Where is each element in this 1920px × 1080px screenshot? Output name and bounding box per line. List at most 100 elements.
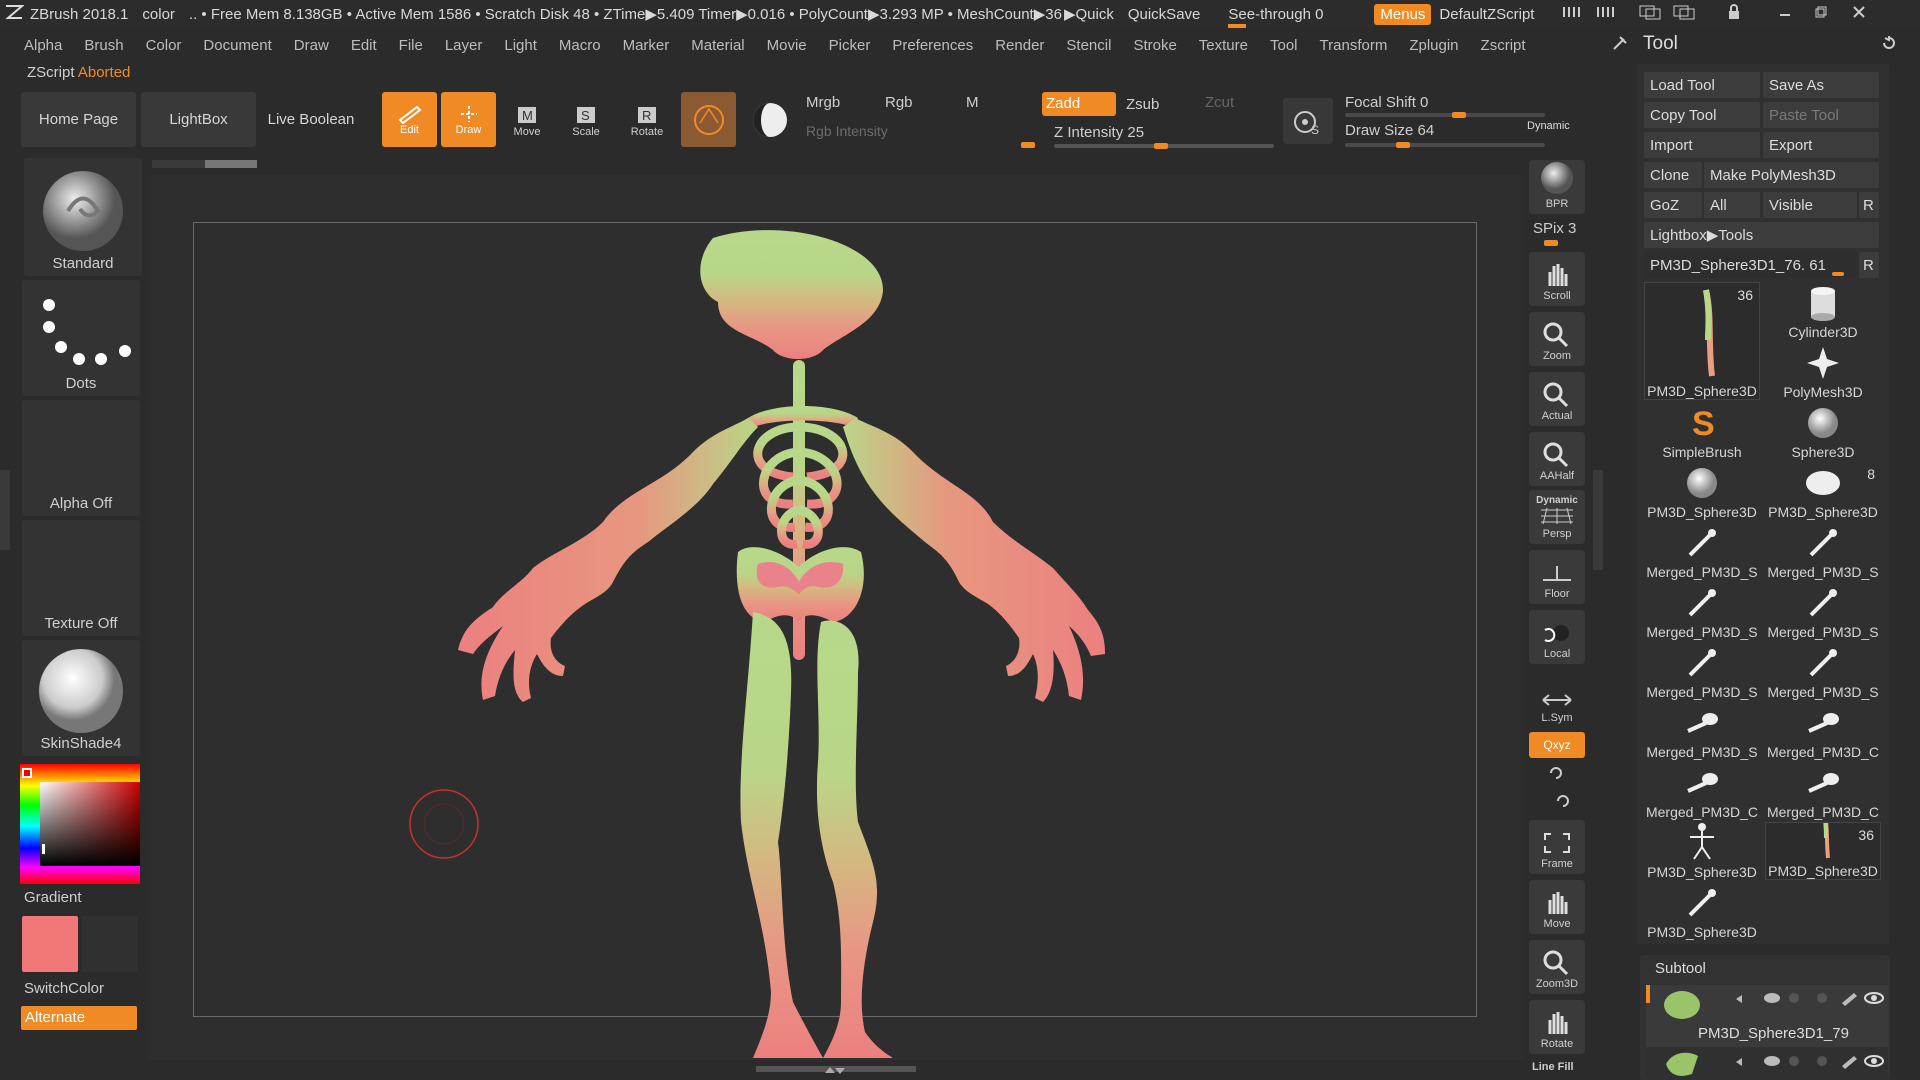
tool-tile-merged-pm3d-s[interactable]: Merged_PM3D_S — [1765, 642, 1881, 700]
move-view-button[interactable]: Move — [1529, 880, 1585, 934]
tool-tile-merged-pm3d-c[interactable]: Merged_PM3D_C — [1644, 762, 1760, 820]
lazy-mouse-button[interactable]: S — [1283, 98, 1333, 144]
goz-all-button[interactable]: All — [1704, 192, 1760, 218]
secondary-color-swatch[interactable] — [82, 916, 138, 972]
skeleton-model[interactable] — [193, 222, 1477, 1068]
goz-r-button[interactable]: R — [1859, 192, 1879, 218]
subtool-row-2-icons[interactable] — [1732, 1052, 1884, 1070]
local-button[interactable]: Local — [1529, 610, 1585, 664]
rotate-z-icon[interactable] — [1554, 792, 1572, 810]
tool-tile-pm3d-sphere3d[interactable]: PM3D_Sphere3D — [1644, 822, 1760, 880]
menu-brush[interactable]: Brush — [84, 37, 123, 54]
see-through-slider[interactable]: See-through 0 — [1228, 6, 1354, 28]
rotate-y-icon[interactable] — [1547, 764, 1565, 782]
menu-preferences[interactable]: Preferences — [892, 37, 973, 54]
material-selector[interactable]: SkinShade4 — [22, 640, 140, 756]
menu-stencil[interactable]: Stencil — [1066, 37, 1111, 54]
tool-tile-pm3d-sphere3d[interactable]: PM3D_Sphere3D — [1644, 462, 1760, 520]
actual-button[interactable]: Actual — [1529, 372, 1585, 426]
material-ball-button[interactable] — [744, 92, 796, 147]
menu-marker[interactable]: Marker — [623, 37, 670, 54]
color-sv-square[interactable] — [40, 782, 140, 866]
zoom-button[interactable]: Zoom — [1529, 312, 1585, 366]
make-polymesh-button[interactable]: Make PolyMesh3D — [1704, 162, 1879, 188]
rgb-intensity-knob[interactable] — [1021, 142, 1035, 148]
menu-macro[interactable]: Macro — [559, 37, 601, 54]
alpha-selector[interactable]: Alpha Off — [22, 400, 140, 516]
line-fill-button[interactable]: Line Fill — [1532, 1061, 1574, 1073]
menu-light[interactable]: Light — [504, 37, 537, 54]
rotate-view-button[interactable]: Rotate — [1529, 1000, 1585, 1054]
canvas-scroll-thumb[interactable] — [205, 160, 257, 168]
minimize-icon[interactable] — [1778, 5, 1792, 23]
export-button[interactable]: Export — [1763, 132, 1879, 158]
clone-button[interactable]: Clone — [1644, 162, 1702, 188]
menu-document[interactable]: Document — [203, 37, 271, 54]
stroke-selector[interactable]: Dots — [22, 280, 140, 396]
menu-transform[interactable]: Transform — [1320, 37, 1388, 54]
frame-button[interactable]: Frame — [1529, 820, 1585, 874]
material-swatch-button[interactable] — [681, 92, 736, 147]
menu-file[interactable]: File — [399, 37, 423, 54]
tool-tile-cylinder3d[interactable]: Cylinder3D — [1765, 282, 1881, 340]
spix-knob[interactable] — [1544, 240, 1558, 246]
live-boolean-button[interactable]: Live Boolean — [261, 92, 361, 147]
load-tool-button[interactable]: Load Tool — [1644, 72, 1760, 98]
copy-tool-button[interactable]: Copy Tool — [1644, 102, 1760, 128]
tool-tile-simplebrush[interactable]: S SimpleBrush — [1644, 402, 1760, 460]
texture-selector[interactable]: Texture Off — [22, 520, 140, 636]
quicksave-button[interactable]: QuickSave — [1128, 6, 1201, 23]
brush-selector[interactable]: Standard — [24, 158, 142, 276]
subtool-row-icons[interactable] — [1732, 989, 1884, 1007]
right-tray-handle[interactable] — [1593, 470, 1603, 570]
menu-draw[interactable]: Draw — [294, 37, 329, 54]
subtool-row[interactable] — [1646, 1048, 1888, 1080]
tool-tile-merged-pm3d-s[interactable]: Merged_PM3D_S — [1644, 522, 1760, 580]
current-tool-slider[interactable]: PM3D_Sphere3D1_76. 61 — [1644, 252, 1856, 278]
paste-tool-button[interactable]: Paste Tool — [1763, 102, 1879, 128]
tool-tile-merged-pm3d-c[interactable]: Merged_PM3D_C — [1765, 762, 1881, 820]
menu-picker[interactable]: Picker — [829, 37, 871, 54]
menu-layer[interactable]: Layer — [445, 37, 483, 54]
up-down-arrow-icon[interactable] — [822, 1064, 848, 1078]
home-page-button[interactable]: Home Page — [21, 92, 136, 147]
scale-mode-button[interactable]: S Scale — [562, 96, 610, 146]
current-tool-knob[interactable] — [1832, 272, 1844, 276]
window-layout-icon[interactable] — [1638, 4, 1664, 24]
menu-texture[interactable]: Texture — [1199, 37, 1248, 54]
move-mode-button[interactable]: M Move — [503, 96, 551, 146]
quick-toggle[interactable]: ▶Quick — [1064, 5, 1114, 23]
zoom3d-button[interactable]: Zoom3D — [1529, 940, 1585, 994]
draw-mode-button[interactable]: Draw — [441, 92, 496, 147]
layout-icon-1[interactable] — [1560, 5, 1586, 23]
menu-stroke[interactable]: Stroke — [1133, 37, 1176, 54]
menu-movie[interactable]: Movie — [767, 37, 807, 54]
bpr-button[interactable]: BPR — [1529, 160, 1585, 214]
scroll-button[interactable]: Scroll — [1529, 252, 1585, 306]
tool-tile-merged-pm3d-s[interactable]: Merged_PM3D_S — [1765, 582, 1881, 640]
import-button[interactable]: Import — [1644, 132, 1760, 158]
lock-icon[interactable] — [1726, 4, 1742, 24]
m-toggle[interactable]: M — [966, 94, 979, 111]
focal-shift-slider[interactable] — [1345, 113, 1545, 117]
menu-edit[interactable]: Edit — [351, 37, 377, 54]
draw-size-knob[interactable] — [1395, 142, 1410, 148]
tool-tile-polymesh3d[interactable]: PolyMesh3D — [1765, 342, 1881, 400]
tool-tile-pm3d-sphere3d[interactable]: 36 PM3D_Sphere3D — [1644, 282, 1760, 400]
lightbox-tools-button[interactable]: Lightbox▶Tools — [1644, 222, 1879, 248]
draw-size-slider[interactable] — [1345, 143, 1545, 147]
menu-tool[interactable]: Tool — [1270, 37, 1298, 54]
dynamic-size-toggle[interactable]: Dynamic — [1527, 120, 1570, 132]
tool-tile-sphere3d[interactable]: Sphere3D — [1765, 402, 1881, 460]
menus-button[interactable]: Menus — [1374, 3, 1432, 25]
zcut-toggle[interactable]: Zcut — [1205, 94, 1234, 111]
window-layout-icon-2[interactable] — [1672, 4, 1698, 24]
floor-button[interactable]: Floor — [1529, 550, 1585, 604]
persp-button[interactable]: Dynamic Persp — [1529, 490, 1585, 544]
switchcolor-button[interactable]: SwitchColor — [24, 980, 104, 997]
zsub-toggle[interactable]: Zsub — [1126, 96, 1159, 113]
tool-tile-merged-pm3d-c[interactable]: Merged_PM3D_C — [1765, 702, 1881, 760]
tool-tile-pm3d-sphere3d[interactable]: PM3D_Sphere3D — [1644, 882, 1760, 940]
save-as-button[interactable]: Save As — [1763, 72, 1879, 98]
lsym-button[interactable]: L.Sym — [1529, 674, 1585, 728]
